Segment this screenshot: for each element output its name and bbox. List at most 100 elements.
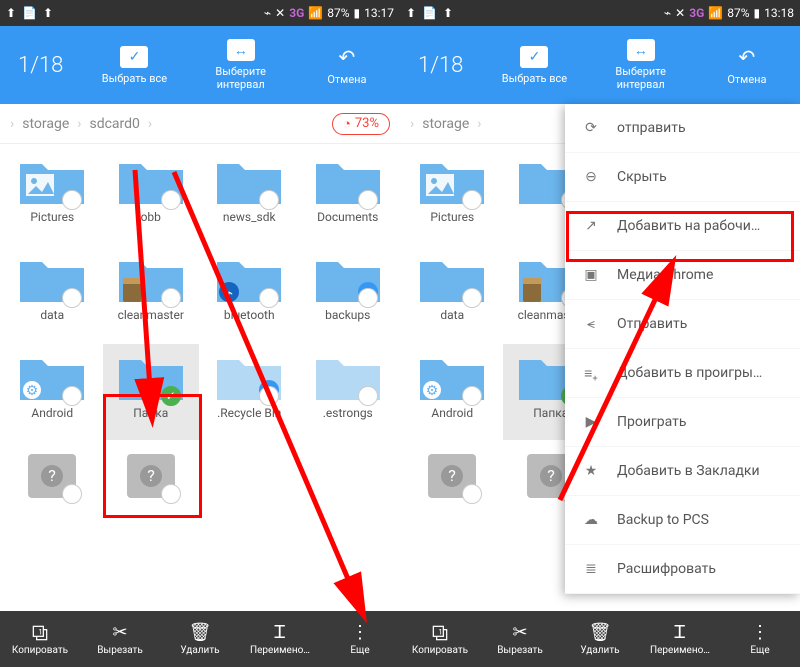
menu-item-playlist[interactable]: ≡₊ Добавить в проигры… — [565, 349, 800, 398]
folder-item[interactable]: ⚙Android — [4, 344, 101, 440]
check-icon: ✓ — [520, 46, 548, 68]
folder-grid: Pictures obb news_sdk Documents data cleanmas… — [0, 144, 400, 542]
svg-text:⌁: ⌁ — [225, 286, 233, 301]
check-circle[interactable] — [358, 386, 378, 406]
crumb-storage[interactable]: storage — [22, 116, 69, 132]
menu-item-label: Скрыть — [617, 169, 667, 185]
menu-item-hide[interactable]: ⊖Скрыть — [565, 153, 800, 202]
cut-button[interactable]: ✂Вырезать — [480, 611, 560, 667]
folder-label: Documents — [317, 210, 378, 238]
folder-item[interactable]: ESbackups — [300, 246, 397, 342]
menu-item-share[interactable]: ⪪Отправить — [565, 300, 800, 349]
folder-label: data — [40, 308, 64, 336]
folder-icon: ES — [312, 252, 384, 306]
vibrate-icon: ✕ — [275, 6, 285, 20]
menu-item-star[interactable]: ★Добавить в Закладки — [565, 447, 800, 496]
folder-label: Android — [31, 406, 73, 434]
folder-item[interactable]: ? — [404, 442, 501, 538]
menu-item-cloud[interactable]: ☁Backup to PCS — [565, 496, 800, 545]
folder-icon: ⌁ — [213, 252, 285, 306]
cancel-label: Отмена — [727, 73, 766, 86]
check-circle[interactable] — [161, 190, 181, 210]
select-all-button[interactable]: ✓ Выбрать все — [481, 35, 587, 95]
menu-item-refresh[interactable]: ⟳отправить — [565, 104, 800, 153]
cancel-button[interactable]: ↶ Отмена — [294, 35, 400, 95]
cut-button[interactable]: ✂Вырезать — [80, 611, 160, 667]
network-label: 3G — [289, 6, 304, 20]
folder-label: cleanmaster — [118, 308, 184, 336]
folder-icon — [16, 252, 88, 306]
folder-item[interactable]: data — [4, 246, 101, 342]
folder-icon — [312, 154, 384, 208]
folder-icon — [416, 154, 488, 208]
folder-item[interactable]: Pictures — [4, 148, 101, 244]
folder-icon — [16, 154, 88, 208]
copy-button[interactable]: 1Копировать — [400, 611, 480, 667]
selection-counter: 1/18 — [0, 53, 81, 78]
menu-item-label: Отправить — [617, 316, 687, 332]
folder-label: data — [440, 308, 464, 336]
copy-button[interactable]: 1Копировать — [0, 611, 80, 667]
menu-item-cast[interactable]: ▣Медиа Chrome — [565, 251, 800, 300]
rename-button[interactable]: ᏆПереимено… — [640, 611, 720, 667]
folder-item[interactable]: ✓Папка — [103, 344, 200, 440]
range-icon: ↔ — [227, 39, 255, 61]
chevron-right-icon: › — [477, 116, 481, 132]
playlist-icon: ≡₊ — [581, 363, 601, 383]
storage-badge[interactable]: ◔ 73% — [332, 113, 390, 135]
time-label: 13:18 — [764, 6, 794, 20]
undo-icon: ↶ — [739, 45, 756, 69]
folder-item[interactable]: news_sdk — [201, 148, 298, 244]
check-circle[interactable] — [161, 484, 181, 504]
menu-item-label: Backup to PCS — [617, 512, 709, 528]
folder-item[interactable]: ? — [4, 442, 101, 538]
delete-button[interactable]: 🗑Удалить — [160, 611, 240, 667]
play-icon: ▶ — [581, 412, 601, 432]
folder-label: Pictures — [30, 210, 74, 238]
more-button[interactable]: ⋮Еще — [320, 611, 400, 667]
menu-item-label: Добавить в проигры… — [617, 365, 762, 381]
rename-button[interactable]: ᏆПереимено… — [240, 611, 320, 667]
chevron-right-icon: › — [148, 116, 152, 132]
folder-item[interactable]: ⌁bluetooth — [201, 246, 298, 342]
folder-item[interactable]: data — [404, 246, 501, 342]
folder-item[interactable]: cleanmaster — [103, 246, 200, 342]
undo-icon: ↶ — [339, 45, 356, 69]
folder-label: backups — [325, 308, 370, 336]
check-circle[interactable] — [358, 288, 378, 308]
svg-text:1: 1 — [438, 627, 442, 636]
folder-item[interactable]: obb — [103, 148, 200, 244]
svg-text:?: ? — [48, 466, 56, 485]
upload-icon: ⬆ — [443, 6, 453, 20]
folder-item[interactable]: ⚙Android — [404, 344, 501, 440]
folder-icon: ? — [115, 448, 187, 502]
delete-button[interactable]: 🗑Удалить — [560, 611, 640, 667]
delete-label: Удалить — [580, 645, 619, 656]
folder-icon — [115, 154, 187, 208]
select-range-button[interactable]: ↔ Выберите интервал — [188, 35, 294, 95]
crumb-storage[interactable]: storage — [422, 116, 469, 132]
folder-item[interactable]: Documents — [300, 148, 397, 244]
select-all-button[interactable]: ✓ Выбрать все — [81, 35, 187, 95]
check-circle[interactable] — [358, 190, 378, 210]
crumb-sdcard[interactable]: sdcard0 — [89, 116, 139, 132]
menu-item-play[interactable]: ▶Проиграть — [565, 398, 800, 447]
folder-label: obb — [141, 210, 161, 238]
folder-item[interactable]: .estrongs — [300, 344, 397, 440]
menu-item-shortcut[interactable]: ↗Добавить на рабочи… — [565, 202, 800, 251]
folder-item[interactable]: Pictures — [404, 148, 501, 244]
folder-item[interactable]: ? — [103, 442, 200, 538]
check-circle[interactable]: ✓ — [161, 386, 181, 406]
folder-icon — [312, 350, 384, 404]
shortcut-icon: ↗ — [581, 216, 601, 236]
file-icon: 📄 — [22, 6, 37, 20]
menu-item-label: Расшифровать — [617, 561, 716, 577]
rename-label: Переимено… — [250, 645, 310, 656]
folder-item[interactable]: ES.Recycle Bin — [201, 344, 298, 440]
menu-item-decrypt[interactable]: ≣Расшифровать — [565, 545, 800, 594]
more-button[interactable]: ⋮Еще — [720, 611, 800, 667]
select-range-button[interactable]: ↔ Выберите интервал — [588, 35, 694, 95]
cancel-button[interactable]: ↶ Отмена — [694, 35, 800, 95]
check-circle[interactable] — [161, 288, 181, 308]
status-bar: ⬆ 📄 ⬆ ⌁ ✕ 3G 📶 87% ▮ 13:17 — [0, 0, 400, 26]
